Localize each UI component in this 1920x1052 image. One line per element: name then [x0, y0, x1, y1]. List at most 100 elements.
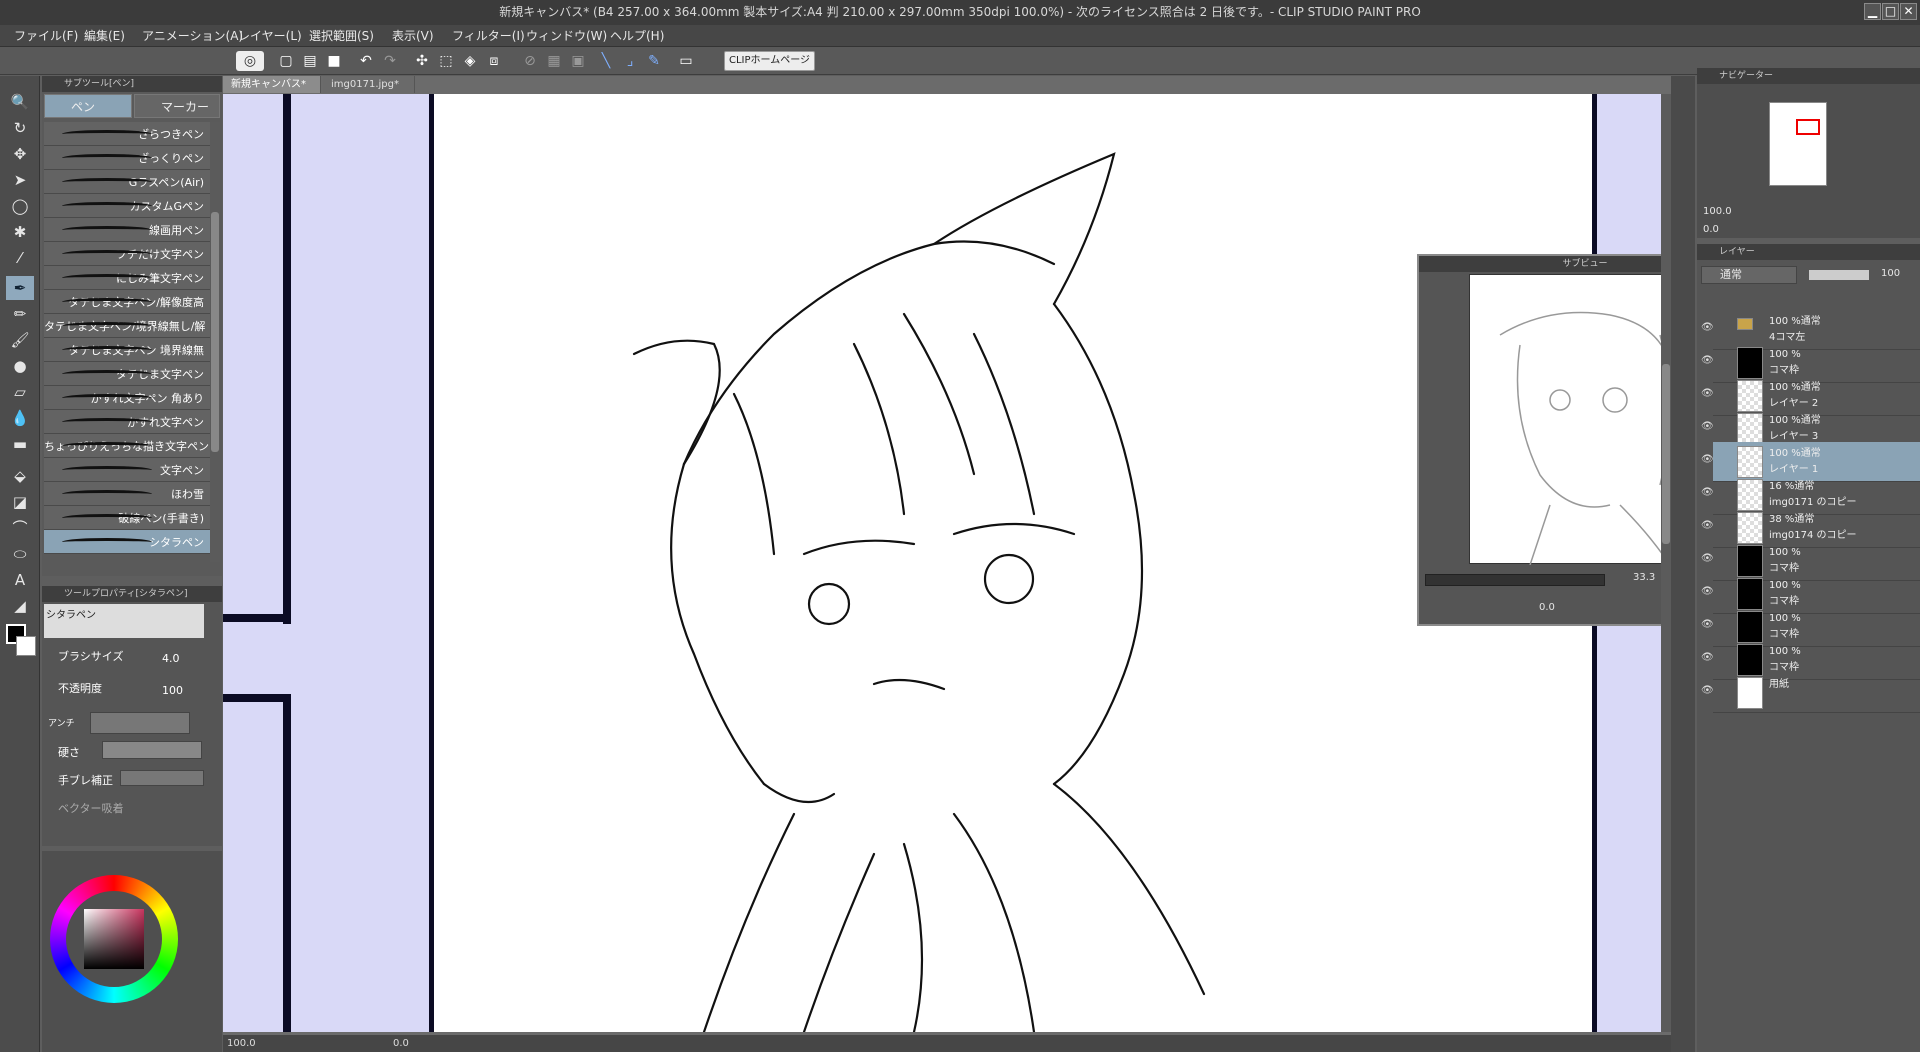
move-tool-icon[interactable]: ✥ [6, 142, 34, 166]
menu-view[interactable]: 表示(V) [392, 27, 434, 45]
subview-image[interactable] [1469, 274, 1663, 566]
doc-tab-img0171[interactable]: img0171.jpg* [323, 76, 415, 93]
brush-item[interactable]: ざらつきペン [44, 122, 210, 146]
layer-row[interactable]: 👁 用紙 [1701, 673, 1920, 713]
menu-filter[interactable]: フィルター(I) [452, 27, 525, 45]
brush-item[interactable]: 破線ペン(手書き) [44, 506, 210, 530]
airbrush-tool-icon[interactable]: ● [6, 354, 34, 378]
eye-icon[interactable]: 👁 [1701, 619, 1714, 630]
pen-tool-icon[interactable]: ✒ [6, 276, 34, 300]
snap-off-icon[interactable]: ⊘ [520, 51, 540, 71]
canvas-zoom-value[interactable]: 100.0 [227, 1035, 256, 1052]
object-tool-icon[interactable]: ➤ [6, 168, 34, 192]
zoom-tool-icon[interactable]: 🔍 [6, 90, 34, 114]
new-file-icon[interactable]: ▢ [276, 51, 296, 71]
brush-item[interactable]: カスタムGペン [44, 194, 210, 218]
brush-size-value[interactable]: 4.0 [162, 652, 180, 665]
brush-item[interactable]: かすれ文字ペン [44, 410, 210, 434]
lasso-tool-icon[interactable]: ◯ [6, 194, 34, 218]
eye-icon[interactable]: 👁 [1701, 520, 1714, 531]
eye-icon[interactable]: 👁 [1701, 355, 1714, 366]
clip-logo-icon[interactable]: ◎ [236, 51, 264, 71]
brush-item[interactable]: フチだけ文字ペン [44, 242, 210, 266]
brush-item[interactable]: かすれ文字ペン 角あり [44, 386, 210, 410]
brush-item[interactable]: タテじま文字ペン/境界線無し/解 [44, 314, 210, 338]
layer-opacity-value[interactable]: 100 [1881, 268, 1900, 279]
brush-item[interactable]: タテじま文字ペン 境界線無 [44, 338, 210, 362]
minimize-button[interactable]: ▁ [1864, 3, 1881, 20]
ruler-curve-icon[interactable]: ⌟ [620, 51, 640, 71]
eye-icon[interactable]: 👁 [1701, 487, 1714, 498]
pencil-tool-icon[interactable]: ✏ [6, 302, 34, 326]
brush-tool-icon[interactable]: 🖌 [6, 328, 34, 352]
paint-bucket-icon[interactable]: ⬙ [6, 464, 34, 488]
eye-icon[interactable]: 👁 [1701, 553, 1714, 564]
fill-tool-icon[interactable]: ▬ [6, 432, 34, 456]
crop-icon[interactable]: ⬚ [436, 51, 456, 71]
tab-marker[interactable]: マーカー [134, 94, 220, 118]
balloon-tool-icon[interactable]: ◢ [6, 594, 34, 618]
canvas-angle-value[interactable]: 0.0 [393, 1035, 409, 1052]
layer-opacity-slider[interactable] [1809, 270, 1869, 280]
saturation-square[interactable] [84, 909, 144, 969]
transform-icon[interactable]: ✣ [412, 51, 432, 71]
menu-selection[interactable]: 選択範囲(S) [309, 27, 374, 45]
brush-item[interactable]: シタラペン [44, 530, 210, 554]
navigator-preview[interactable] [1769, 102, 1827, 186]
eye-icon[interactable]: 👁 [1701, 454, 1714, 465]
blend-mode-select[interactable]: 通常 [1701, 266, 1797, 284]
open-file-icon[interactable]: ▤ [300, 51, 320, 71]
brush-item[interactable]: ざっくりペン [44, 146, 210, 170]
ruler-pen-icon[interactable]: ✎ [644, 51, 664, 71]
subview-zoom-slider[interactable] [1425, 574, 1605, 586]
magic-wand-icon[interactable]: ✱ [6, 220, 34, 244]
redo-icon[interactable]: ↷ [380, 51, 400, 71]
brush-item[interactable]: Gラスペン(Air) [44, 170, 210, 194]
brush-item[interactable]: タテじま文字ペン/解像度高 [44, 290, 210, 314]
eye-icon[interactable]: 👁 [1701, 652, 1714, 663]
menu-layer[interactable]: レイヤー(L) [238, 27, 302, 45]
menu-window[interactable]: ウィンドウ(W) [526, 27, 607, 45]
shape-tool-icon[interactable]: ⬭ [6, 542, 34, 566]
fill-icon[interactable]: ◈ [460, 51, 480, 71]
brush-item[interactable]: にじみ筆文字ペン [44, 266, 210, 290]
eye-icon[interactable]: 👁 [1701, 685, 1714, 696]
eraser-tool-icon[interactable]: ▱ [6, 380, 34, 404]
brush-item[interactable]: タテじま文字ペン [44, 362, 210, 386]
rotate-tool-icon[interactable]: ↻ [6, 116, 34, 140]
subview-zoom-value[interactable]: 33.3 [1633, 572, 1655, 583]
snap-grid-icon[interactable]: ▦ [544, 51, 564, 71]
clip-home-button[interactable]: CLIPホームページ [724, 51, 816, 71]
canvas-vscroll[interactable] [1661, 94, 1671, 1032]
undo-icon[interactable]: ↶ [356, 51, 376, 71]
menu-file[interactable]: ファイル(F) [14, 27, 78, 45]
menu-help[interactable]: ヘルプ(H) [610, 27, 664, 45]
sub-color-swatch[interactable] [16, 636, 36, 656]
save-icon[interactable]: ■ [324, 51, 344, 71]
opacity-value[interactable]: 100 [162, 684, 183, 697]
navigator-angle-value[interactable]: 0.0 [1703, 224, 1719, 235]
navigator-zoom-value[interactable]: 100.0 [1703, 206, 1732, 217]
ruler-line-icon[interactable]: ╲ [596, 51, 616, 71]
gradient-tool-icon[interactable]: ◪ [6, 490, 34, 514]
menu-animation[interactable]: アニメーション(A) [142, 27, 243, 45]
eye-icon[interactable]: 👁 [1701, 586, 1714, 597]
brush-item[interactable]: 線画用ペン [44, 218, 210, 242]
canvas-stage[interactable]: サブビュー 33.3 0.0 [223, 94, 1663, 1032]
eye-icon[interactable]: 👁 [1701, 421, 1714, 432]
menu-edit[interactable]: 編集(E) [84, 27, 125, 45]
tab-pen[interactable]: ペン [44, 94, 132, 118]
brush-item[interactable]: 文字ペン [44, 458, 210, 482]
scale-icon[interactable]: ⧈ [484, 51, 504, 71]
text-tool-icon[interactable]: A [6, 568, 34, 592]
subview-angle-value[interactable]: 0.0 [1539, 602, 1555, 613]
close-button[interactable]: ✕ [1900, 3, 1917, 20]
eye-icon[interactable]: 👁 [1701, 388, 1714, 399]
snap-ruler-icon[interactable]: ▣ [568, 51, 588, 71]
frame-tool-icon[interactable]: ⌒ [6, 516, 34, 540]
eye-icon[interactable]: 👁 [1701, 322, 1714, 333]
eyedropper-icon[interactable]: ⁄ [6, 246, 34, 270]
doc-tab-new-canvas[interactable]: 新規キャンバス* [223, 76, 321, 93]
blend-tool-icon[interactable]: 💧 [6, 406, 34, 430]
brush-item[interactable]: ちょっぴりえっちな描き文字ペン [44, 434, 210, 458]
